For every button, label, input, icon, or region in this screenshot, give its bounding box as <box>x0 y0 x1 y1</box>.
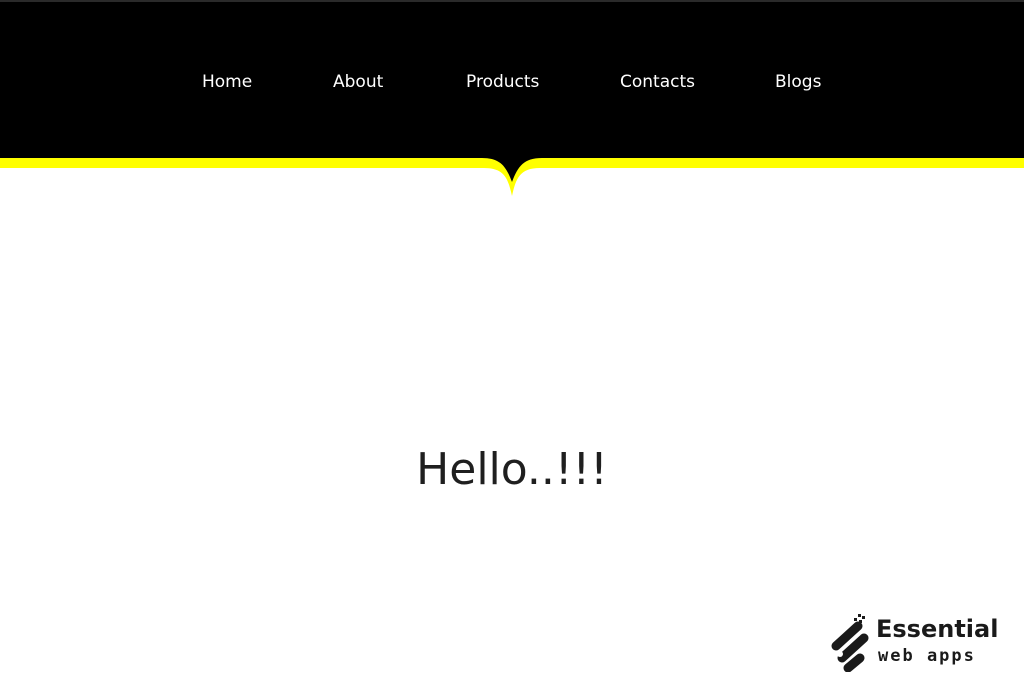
nav-link-blogs[interactable]: Blogs <box>775 70 821 94</box>
nav-link-products[interactable]: Products <box>466 70 539 94</box>
logo-wordmark-secondary: web apps <box>878 646 976 666</box>
site-header: Home About Products Contacts Blogs <box>0 0 1024 200</box>
nav-link-home[interactable]: Home <box>202 70 252 94</box>
page: Home About Products Contacts Blogs Hello… <box>0 0 1024 683</box>
essential-web-apps-logo-icon <box>831 614 869 672</box>
logo-wordmark-primary: Essential <box>876 615 999 643</box>
hero-heading: Hello..!!! <box>416 444 608 495</box>
nav-link-about[interactable]: About <box>333 70 383 94</box>
brand-logo: Essential web apps <box>828 612 1008 674</box>
nav-link-contacts[interactable]: Contacts <box>620 70 695 94</box>
main-navigation: Home About Products Contacts Blogs <box>0 0 1024 160</box>
